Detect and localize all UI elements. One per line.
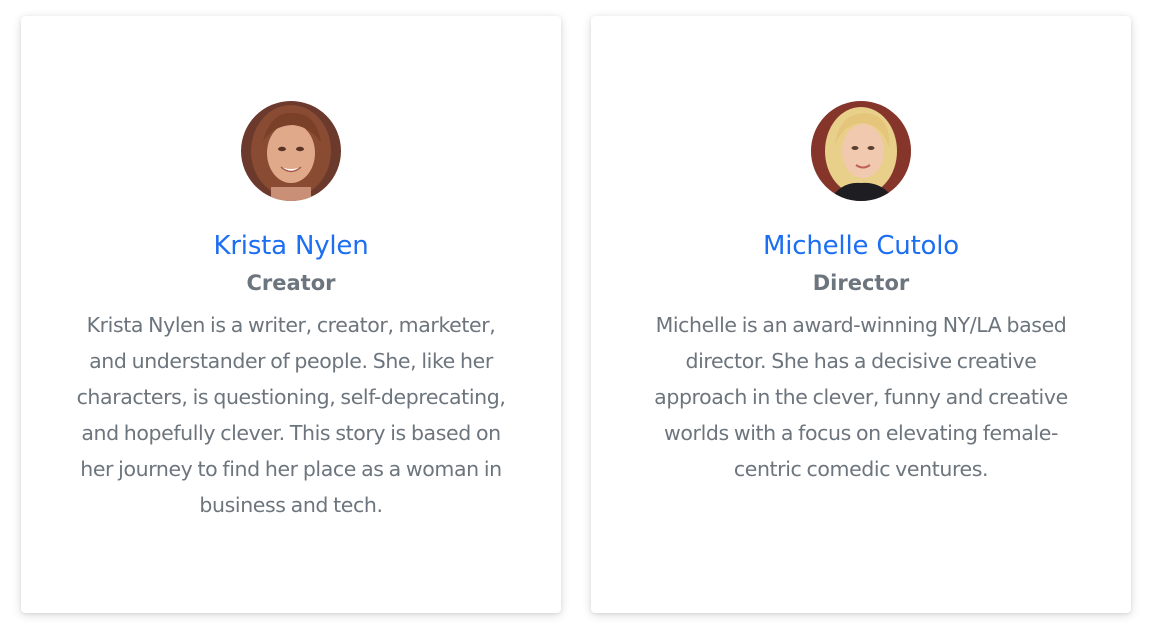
team-card-michelle: Michelle Cutolo Director Michelle is an … [591, 16, 1131, 613]
portrait-photo-icon [811, 101, 911, 201]
member-bio: Krista Nylen is a writer, creator, marke… [76, 313, 506, 517]
avatar [241, 101, 341, 201]
member-name[interactable]: Michelle Cutolo [591, 229, 1131, 263]
avatar [811, 101, 911, 201]
portrait-photo-icon [241, 101, 341, 201]
member-role: Creator [246, 271, 336, 295]
member-bio: Michelle is an award-winning NY/LA based… [654, 313, 1068, 481]
team-card-krista: Krista Nylen Creator Krista Nylen is a w… [21, 16, 561, 613]
member-role: Director [812, 271, 910, 295]
member-name[interactable]: Krista Nylen [21, 229, 561, 263]
